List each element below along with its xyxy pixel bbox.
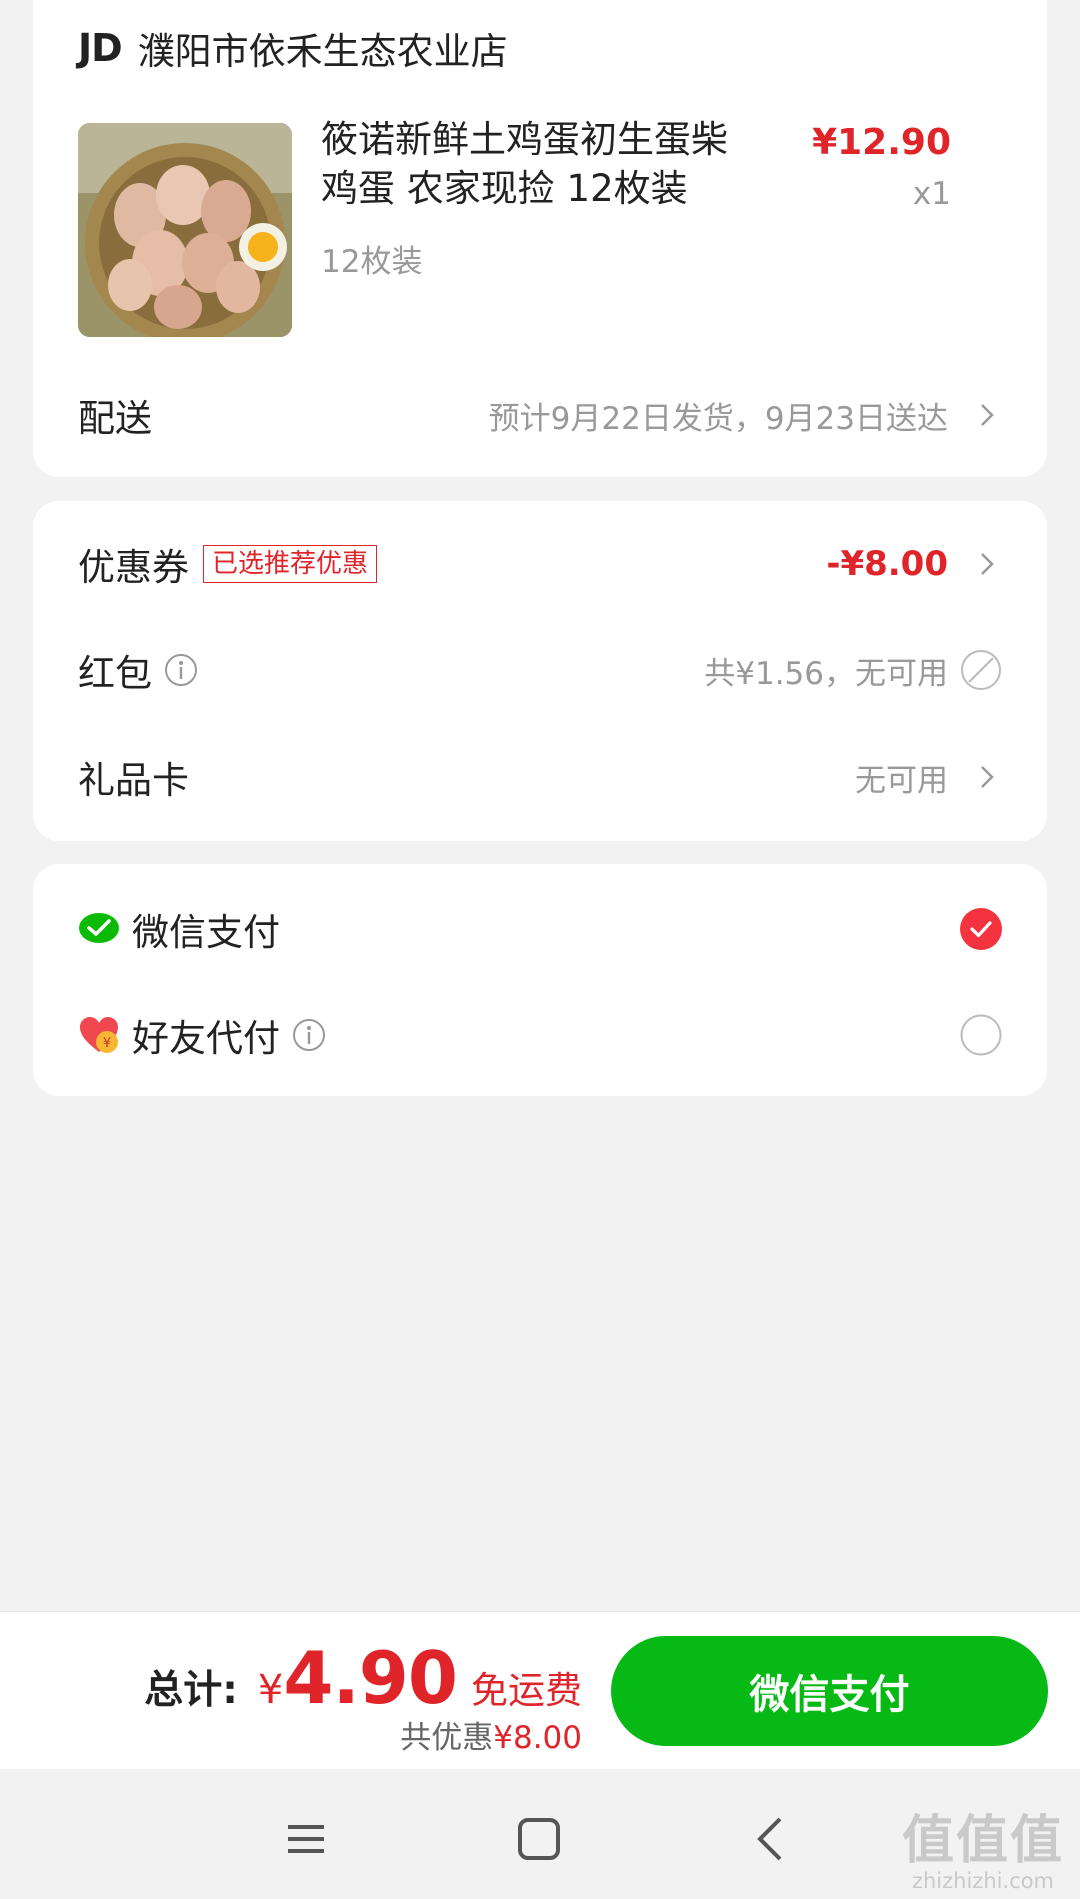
red-packet-value: 共¥1.56，无可用 [704, 655, 948, 692]
total-line: 总计: ¥ 4.90 免运费 [144, 1636, 582, 1720]
watermark-logo: 值值值 [901, 1811, 1064, 1871]
friend-pay-icon: ¥ [78, 1014, 120, 1056]
wechat-pay-option[interactable]: 微信支付 [78, 899, 1002, 959]
store-name[interactable]: 濮阳市依禾生态农业店 [138, 21, 508, 75]
back-icon[interactable] [742, 1809, 802, 1869]
total-label: 总计: [144, 1668, 238, 1713]
wechat-pay-label: 微信支付 [132, 911, 280, 954]
store-header[interactable]: JD 濮阳市依禾生态农业店 [78, 22, 508, 74]
delivery-estimate: 预计9月22日发货，9月23日送达 [488, 400, 948, 437]
friend-pay-option[interactable]: ¥ 好友代付 [78, 1005, 1002, 1065]
total-amount: 4.90 [283, 1636, 458, 1720]
product-quantity: x1 [912, 176, 951, 212]
checkout-bar: 总计: ¥ 4.90 免运费 共优惠¥8.00 微信支付 [0, 1611, 1080, 1769]
product-image[interactable] [78, 123, 292, 337]
chevron-right-icon [972, 400, 1002, 430]
red-packet-row: 红包 共¥1.56，无可用 [78, 640, 1002, 700]
saved-amount: ¥8.00 [493, 1720, 582, 1756]
gift-card-row[interactable]: 礼品卡 无可用 [78, 747, 1002, 807]
friend-pay-label: 好友代付 [132, 1017, 280, 1060]
gift-card-value: 无可用 [855, 762, 948, 799]
unavailable-icon [960, 649, 1002, 691]
free-shipping-label: 免运费 [471, 1669, 582, 1712]
unchecked-icon[interactable] [960, 1014, 1002, 1056]
product-title[interactable]: 筱诺新鲜土鸡蛋初生蛋柴鸡蛋 农家现捡 12枚装 [321, 115, 761, 213]
coupon-label: 优惠券 [78, 546, 189, 589]
svg-text:¥: ¥ [103, 1036, 111, 1051]
delivery-row[interactable]: 配送 预计9月22日发货，9月23日送达 [78, 385, 1002, 445]
recommended-badge: 已选推荐优惠 [203, 545, 378, 583]
wechat-pay-button[interactable]: 微信支付 [611, 1636, 1048, 1746]
checked-icon[interactable] [960, 908, 1002, 950]
info-icon[interactable] [164, 653, 198, 687]
chevron-right-icon [972, 762, 1002, 792]
system-nav-bar: 值值值 zhizhizhi.com [0, 1769, 1080, 1899]
saved-line: 共优惠¥8.00 [400, 1712, 582, 1757]
product-spec: 12枚装 [321, 244, 423, 280]
watermark-url: zhizhizhi.com [911, 1869, 1054, 1893]
gift-card-label: 礼品卡 [78, 759, 189, 802]
coupon-discount: -¥8.00 [826, 544, 948, 584]
egg-basket-image [78, 123, 292, 337]
coupon-row[interactable]: 优惠券 已选推荐优惠 -¥8.00 [78, 534, 1002, 594]
order-card: JD 濮阳市依禾生态农业店 筱诺新鲜土鸡蛋初生蛋柴鸡蛋 农家现捡 12枚装 12… [33, 0, 1047, 477]
watermark: 值值值 zhizhizhi.com [902, 1813, 1064, 1893]
saved-label: 共优惠 [400, 1720, 494, 1756]
product-price: ¥12.90 [812, 122, 951, 163]
discount-card: 优惠券 已选推荐优惠 -¥8.00 红包 共¥1.56，无可用 礼品卡 无可用 [33, 501, 1047, 841]
payment-method-card: 微信支付 ¥ 好友代付 [33, 864, 1047, 1096]
jd-logo: JD [78, 26, 123, 70]
total-currency: ¥ [257, 1667, 284, 1713]
wechat-icon [78, 908, 120, 950]
red-packet-label: 红包 [78, 652, 152, 695]
info-icon[interactable] [292, 1018, 326, 1052]
chevron-right-icon [972, 549, 1002, 579]
menu-icon[interactable] [276, 1809, 336, 1869]
home-icon[interactable] [509, 1809, 569, 1869]
delivery-label: 配送 [78, 397, 152, 440]
